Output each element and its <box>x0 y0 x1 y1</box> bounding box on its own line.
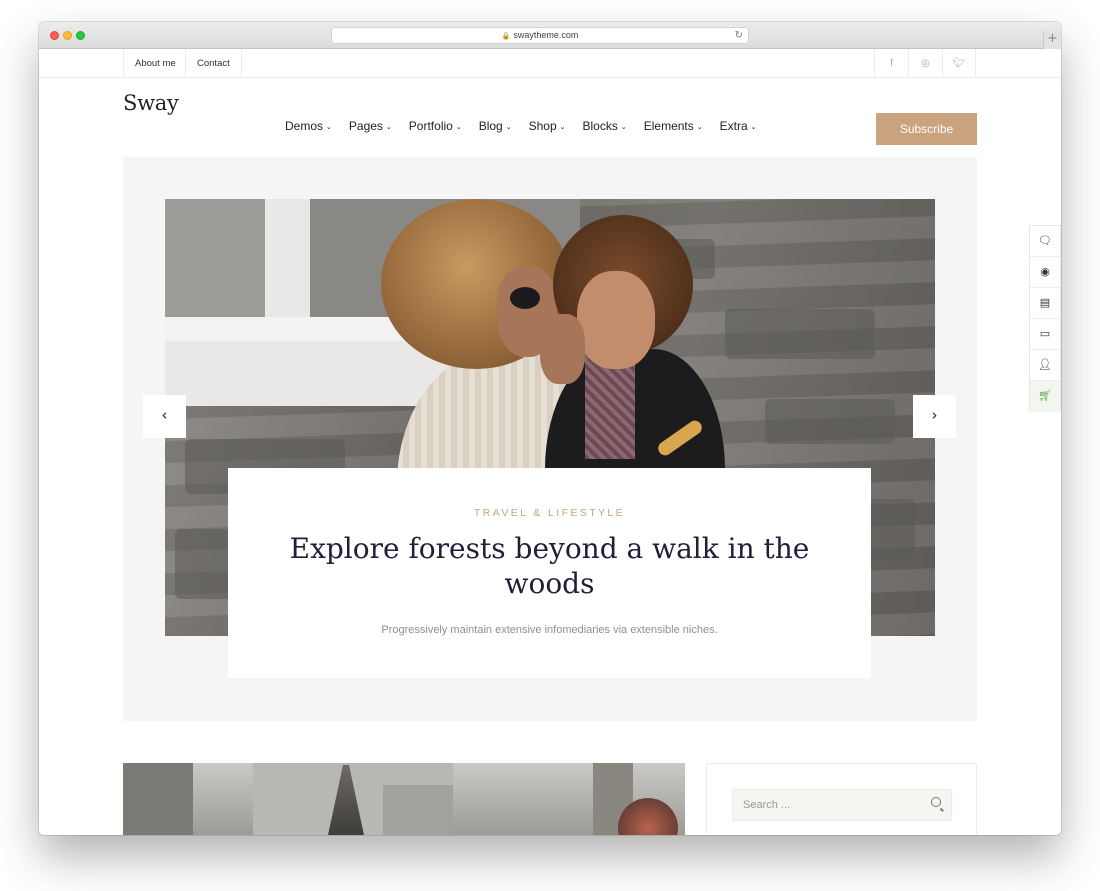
new-tab-button[interactable]: + <box>1043 31 1061 49</box>
chevron-down-icon: ⌄ <box>455 124 462 131</box>
close-window-button[interactable] <box>50 31 59 40</box>
hero-caption-card: TRAVEL & LIFESTYLE Explore forests beyon… <box>228 468 871 678</box>
users-icon[interactable]: 👤︎ <box>1030 350 1060 381</box>
minimize-window-button[interactable] <box>63 31 72 40</box>
about-me-link[interactable]: About me <box>123 49 187 78</box>
post-title[interactable]: Explore forests beyond a walk in the woo… <box>288 531 811 601</box>
chevron-down-icon: ⌄ <box>505 124 512 131</box>
maximize-window-button[interactable] <box>76 31 85 40</box>
chat-icon[interactable]: 🗨︎ <box>1030 226 1060 257</box>
chevron-down-icon: ⌄ <box>385 124 392 131</box>
hero-slider: ‹ › TRAVEL & LIFESTYLE Explore forests b… <box>123 157 977 721</box>
nav-item-shop[interactable]: Shop ⌄ <box>529 119 566 135</box>
document-icon[interactable]: ▤ <box>1030 288 1060 319</box>
contact-link[interactable]: Contact <box>185 49 242 78</box>
support-icon[interactable]: ◉ <box>1030 257 1060 288</box>
nav-item-elements[interactable]: Elements ⌄ <box>644 119 703 135</box>
nav-item-demos[interactable]: Demos ⌄ <box>285 119 332 135</box>
video-icon[interactable]: ▭ <box>1030 319 1060 350</box>
reload-icon[interactable]: ↻ <box>735 28 743 43</box>
sidebar-search-widget: Search ... <box>706 763 977 835</box>
slider-next-button[interactable]: › <box>913 395 956 438</box>
nav-label: Elements <box>643 119 694 133</box>
chevron-right-icon: › <box>931 406 938 424</box>
facebook-icon[interactable]: f <box>874 49 908 78</box>
chevron-down-icon: ⌄ <box>620 124 627 131</box>
lock-icon: 🔒 <box>501 33 511 40</box>
site-viewport: About me Contact f ◎ 🐦︎ Sway Demos ⌄ Page… <box>39 49 1061 835</box>
chevron-left-icon: ‹ <box>161 406 168 424</box>
post-thumbnail[interactable] <box>123 763 685 835</box>
subscribe-button[interactable]: Subscribe <box>876 113 977 145</box>
nav-item-extra[interactable]: Extra ⌄ <box>720 119 757 135</box>
search-input[interactable]: Search ... <box>732 789 952 821</box>
search-icon[interactable] <box>931 797 941 807</box>
nav-label: Blog <box>478 119 503 133</box>
cart-icon[interactable]: 🛒︎ <box>1030 381 1060 412</box>
browser-window: 🔒 swaytheme.com ↻ + About me Contact f ◎ … <box>39 22 1061 835</box>
post-category[interactable]: TRAVEL & LIFESTYLE <box>228 507 871 519</box>
url-text: swaytheme.com <box>513 30 579 40</box>
nav-item-portfolio[interactable]: Portfolio ⌄ <box>409 119 462 135</box>
chevron-down-icon: ⌄ <box>750 124 757 131</box>
nav-item-blog[interactable]: Blog ⌄ <box>479 119 512 135</box>
slider-prev-button[interactable]: ‹ <box>143 395 186 438</box>
site-logo[interactable]: Sway <box>123 91 179 115</box>
demo-side-rail: 🗨︎ ◉ ▤ ▭ 👤︎ 🛒︎ <box>1029 225 1061 412</box>
nav-label: Demos <box>285 119 324 133</box>
nav-label: Pages <box>348 119 383 133</box>
chevron-down-icon: ⌄ <box>696 124 703 131</box>
browser-titlebar: 🔒 swaytheme.com ↻ + <box>39 22 1061 49</box>
chevron-down-icon: ⌄ <box>559 124 566 131</box>
twitter-icon[interactable]: 🐦︎ <box>942 49 976 78</box>
instagram-icon[interactable]: ◎ <box>908 49 942 78</box>
nav-label: Shop <box>528 119 557 133</box>
post-excerpt: Progressively maintain extensive infomed… <box>381 624 718 636</box>
top-bar: About me Contact f ◎ 🐦︎ <box>39 49 1061 78</box>
nav-item-blocks[interactable]: Blocks ⌄ <box>583 119 627 135</box>
nav-item-pages[interactable]: Pages ⌄ <box>349 119 392 135</box>
nav-label: Portfolio <box>408 119 453 133</box>
search-placeholder: Search ... <box>743 799 791 811</box>
nav-label: Blocks <box>582 119 618 133</box>
main-nav: Demos ⌄ Pages ⌄ Portfolio ⌄ Blog ⌄ Shop ⌄ Blo… <box>285 119 774 135</box>
nav-label: Extra <box>719 119 748 133</box>
chevron-down-icon: ⌄ <box>326 124 332 131</box>
address-bar[interactable]: 🔒 swaytheme.com ↻ <box>331 27 749 44</box>
